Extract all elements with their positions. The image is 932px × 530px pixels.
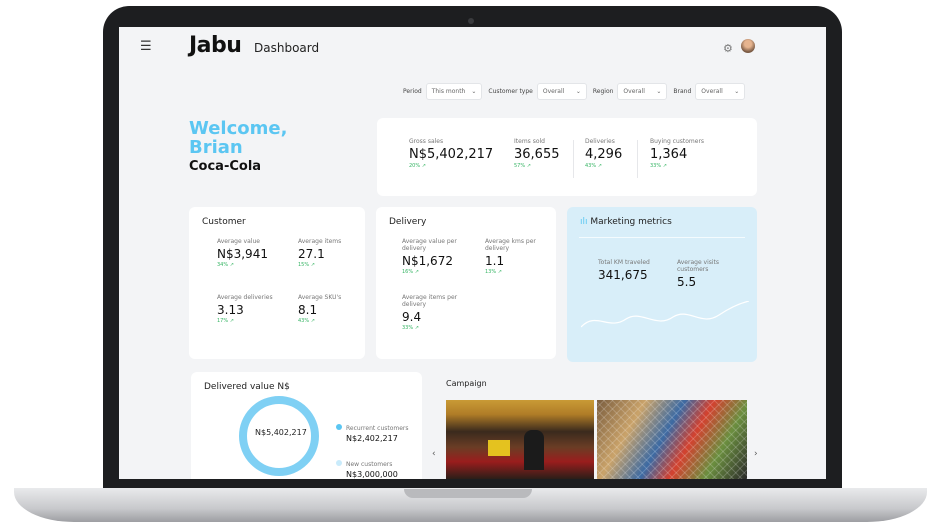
welcome-block: Welcome, Brian Coca-Cola [189, 119, 287, 174]
delivery-card: Delivery Average value per delivery N$1,… [376, 207, 556, 359]
laptop-frame: ☰ Jabu Dashboard ⚙ Period This month ⌄ Cu… [103, 6, 842, 491]
legend-recurrent: Recurrent customers N$2,402,217 [336, 424, 416, 443]
filter-bar: Period This month ⌄ Customer type Overall… [403, 83, 746, 100]
filter-label: Brand [673, 88, 692, 95]
chevron-left-icon[interactable]: ‹ [432, 449, 436, 459]
kpi-buying-customers: Buying customers 1,364 33% ↗ [650, 138, 705, 169]
trend-sparkline [581, 301, 749, 328]
metric-average-visits: Average visits customers 5.5 [677, 259, 720, 289]
filter-label: Customer type [488, 88, 533, 95]
delivered-value-card: Delivered value N$ N$5,402,217 Recurrent… [191, 372, 422, 479]
welcome-name: Brian [189, 137, 243, 158]
metric-average-kms-per-delivery: Average kms per delivery 1.1 13% ↗ [485, 238, 536, 275]
divider [573, 140, 574, 178]
marketing-card: ılı Marketing metrics Total KM traveled … [567, 207, 757, 362]
metric-total-km: Total KM traveled 341,675 [598, 259, 650, 282]
filter-period: Period This month ⌄ [403, 83, 483, 100]
metric-average-items-per-delivery: Average items per delivery 9.4 33% ↗ [402, 294, 458, 331]
chevron-right-icon[interactable]: › [754, 449, 758, 459]
card-title: Delivered value N$ [204, 382, 290, 392]
legend-dot [336, 424, 342, 430]
brand-select[interactable]: Overall ⌄ [695, 83, 746, 100]
filter-brand: Brand Overall ⌄ [673, 83, 746, 100]
campaign-image[interactable] [597, 400, 747, 479]
kpi-deliveries: Deliveries 4,296 43% ↗ [585, 138, 623, 169]
laptop-notch [404, 489, 532, 498]
period-select[interactable]: This month ⌄ [425, 83, 483, 100]
gear-icon[interactable]: ⚙ [723, 42, 733, 55]
donut-center-value: N$5,402,217 [255, 428, 307, 437]
screen: ☰ Jabu Dashboard ⚙ Period This month ⌄ Cu… [119, 27, 826, 479]
person-figure [524, 430, 544, 470]
metric-average-deliveries: Average deliveries 3.13 17% ↗ [217, 294, 273, 324]
filter-customer-type: Customer type Overall ⌄ [488, 83, 587, 100]
welcome-greeting: Welcome, [189, 118, 288, 139]
menu-icon[interactable]: ☰ [140, 40, 154, 53]
product-box [488, 440, 510, 456]
card-title: Delivery [389, 217, 427, 227]
kpi-items-sold: Items sold 36,655 57% ↗ [514, 138, 560, 169]
legend-dot [336, 460, 342, 466]
page-title: Dashboard [254, 41, 320, 55]
divider [579, 237, 745, 238]
app-logo[interactable]: Jabu [189, 33, 242, 58]
filter-region: Region Overall ⌄ [593, 83, 668, 100]
card-title: Customer [202, 217, 246, 227]
customer-card: Customer Average value N$3,941 34% ↗ Ave… [189, 207, 365, 359]
campaign-title: Campaign [446, 379, 487, 388]
campaign-image[interactable] [446, 400, 594, 479]
bar-chart-icon: ılı [580, 217, 588, 227]
metric-average-value-per-delivery: Average value per delivery N$1,672 16% ↗ [402, 238, 457, 275]
card-title: ılı Marketing metrics [580, 217, 672, 227]
metric-average-items: Average items 27.1 15% ↗ [298, 238, 342, 268]
chevron-down-icon: ⌄ [575, 88, 581, 95]
top-kpi-card: Gross sales N$5,402,217 20% ↗ Items sold… [377, 118, 757, 196]
filter-label: Region [592, 88, 614, 95]
avatar[interactable] [741, 39, 755, 53]
camera-icon [468, 18, 474, 24]
chevron-down-icon: ⌄ [656, 88, 662, 95]
region-select[interactable]: Overall ⌄ [617, 83, 668, 100]
chevron-down-icon: ⌄ [734, 88, 740, 95]
filter-label: Period [403, 88, 422, 95]
metric-average-value: Average value N$3,941 34% ↗ [217, 238, 268, 268]
divider [637, 140, 638, 178]
top-bar: ☰ Jabu Dashboard ⚙ [119, 27, 826, 72]
company-name: Coca-Cola [189, 159, 262, 174]
chevron-down-icon: ⌄ [471, 88, 477, 95]
legend-new: New customers N$3,000,000 [336, 460, 416, 479]
metric-average-skus: Average SKU's 8.1 43% ↗ [298, 294, 342, 324]
customer-type-select[interactable]: Overall ⌄ [536, 83, 587, 100]
mesh-overlay [597, 400, 747, 479]
kpi-gross-sales: Gross sales N$5,402,217 20% ↗ [409, 138, 494, 169]
